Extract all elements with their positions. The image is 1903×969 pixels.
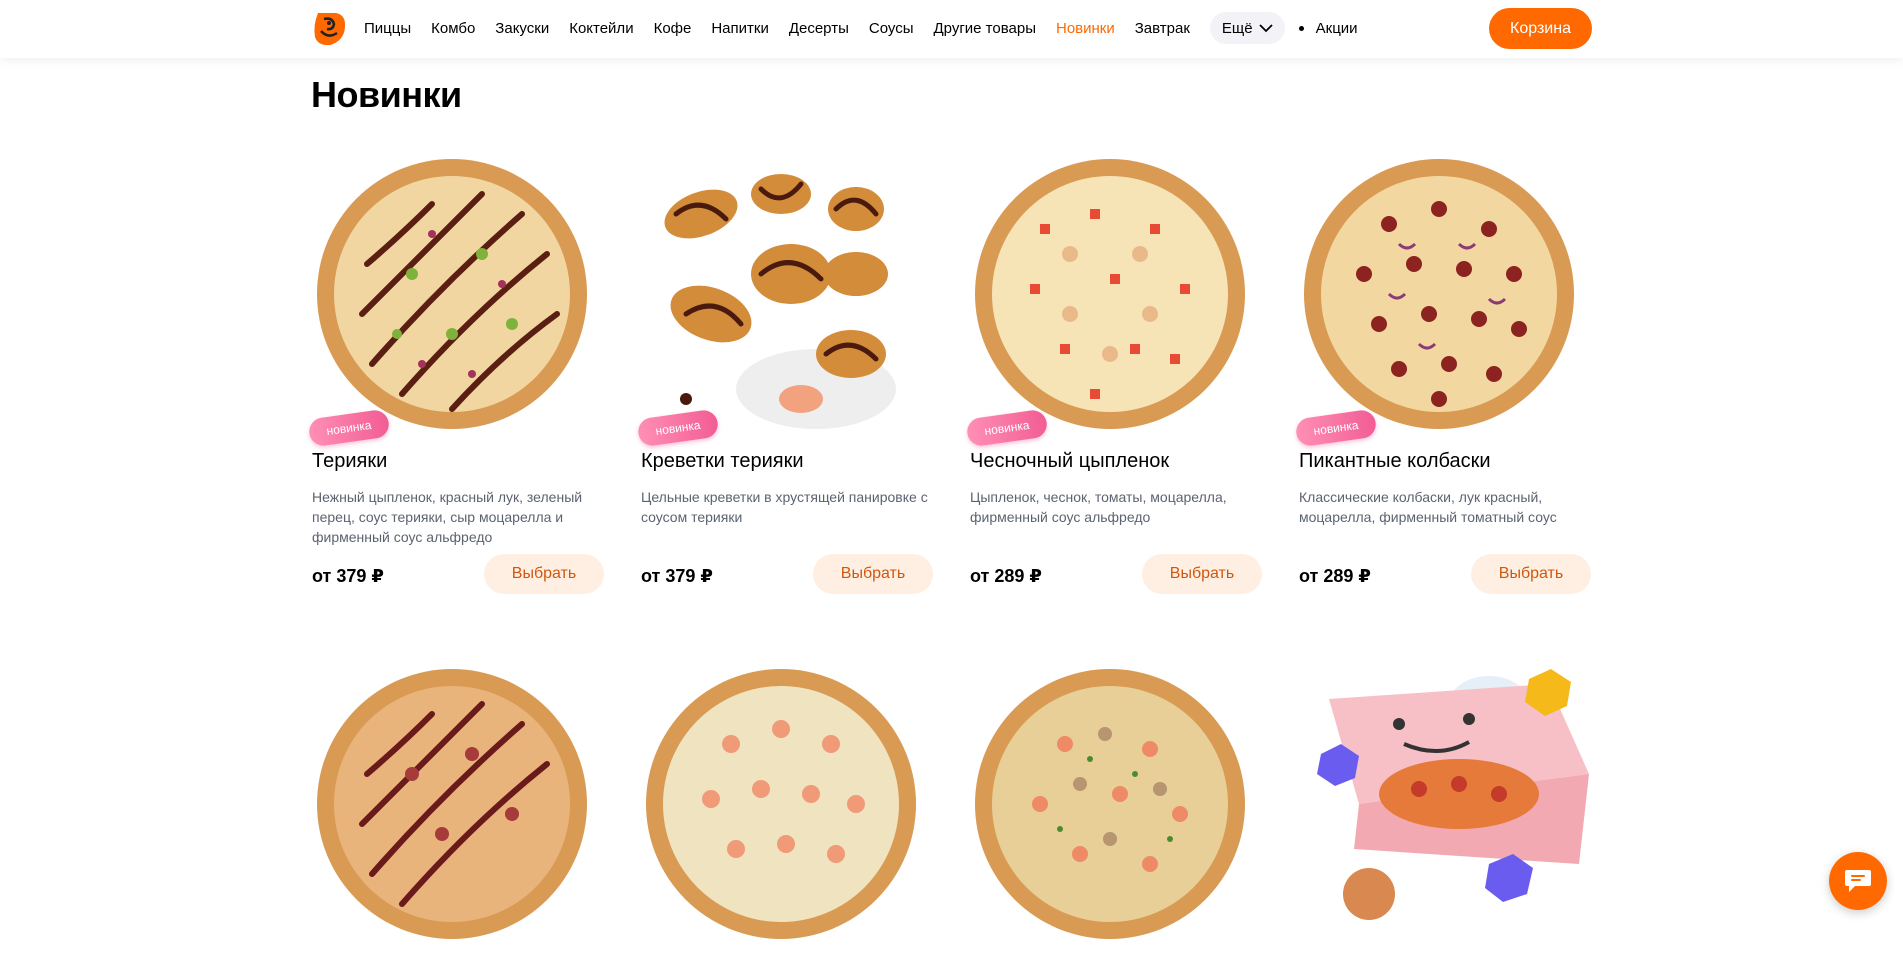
product-description: Цыпленок, чеснок, томаты, моцарелла, фир… bbox=[970, 489, 1227, 525]
nav-item-coffee[interactable]: Кофе bbox=[654, 20, 692, 37]
garlic-chicken-pizza-image bbox=[975, 159, 1245, 429]
product-name: Пикантные колбаски bbox=[1299, 450, 1491, 472]
product-description: Классические колбаски, лук красный, моца… bbox=[1299, 489, 1557, 525]
product-description: Цельные креветки в хрустящей панировке с… bbox=[641, 489, 928, 525]
select-button[interactable]: Выбрать bbox=[1142, 554, 1262, 594]
site-header: Пиццы Комбо Закуски Коктейли Кофе Напитк… bbox=[0, 0, 1903, 58]
nav-item-desserts[interactable]: Десерты bbox=[789, 20, 849, 37]
select-button[interactable]: Выбрать bbox=[1471, 554, 1591, 594]
nav-item-promotions[interactable]: Акции bbox=[1316, 20, 1358, 37]
teriyaki-shrimp-image bbox=[664, 174, 896, 429]
product-name: Чесночный цыпленок bbox=[970, 450, 1170, 472]
chat-support-button[interactable] bbox=[1829, 852, 1887, 910]
shrimp-mushroom-pizza-image bbox=[975, 669, 1245, 939]
shrimp-cheese-pizza-image bbox=[646, 669, 916, 939]
nav-item-cocktails[interactable]: Коктейли bbox=[569, 20, 633, 37]
dodo-logo-icon[interactable] bbox=[312, 11, 347, 47]
product-price: от 289 ₽ bbox=[970, 566, 1042, 586]
nav-item-sauces[interactable]: Соусы bbox=[869, 20, 914, 37]
page-title: Новинки bbox=[311, 74, 462, 115]
nav-item-snacks[interactable]: Закуски bbox=[495, 20, 549, 37]
product-card[interactable]: новинка Креветки терияки Цельные креветк… bbox=[636, 154, 933, 624]
nav-item-combo[interactable]: Комбо bbox=[431, 20, 475, 37]
nav-item-pizza[interactable]: Пиццы bbox=[364, 20, 411, 37]
bbq-sausage-pizza-image bbox=[317, 669, 587, 939]
product-price: от 289 ₽ bbox=[1299, 566, 1371, 586]
more-dropdown-button[interactable]: Ещё bbox=[1209, 12, 1285, 44]
product-card[interactable]: новинка Терияки Нежный цыпленок, красный… bbox=[307, 154, 604, 624]
product-card[interactable]: новинка Чесночный цыпленок Цыпленок, чес… bbox=[965, 154, 1262, 624]
nav-item-drinks[interactable]: Напитки bbox=[711, 20, 769, 37]
cart-button[interactable]: Корзина bbox=[1489, 8, 1592, 49]
product-name: Креветки терияки bbox=[641, 450, 804, 472]
chat-icon bbox=[1845, 870, 1871, 892]
product-card[interactable]: новинка Пикантные колбаски Классические … bbox=[1294, 154, 1591, 624]
product-card[interactable] bbox=[1299, 664, 1591, 964]
nav-item-other-goods[interactable]: Другие товары bbox=[933, 20, 1036, 37]
nav-item-new[interactable]: Новинки bbox=[1056, 20, 1115, 37]
product-card[interactable] bbox=[312, 664, 604, 964]
teriyaki-pizza-image bbox=[317, 159, 587, 429]
main-nav: Пиццы Комбо Закуски Коктейли Кофе Напитк… bbox=[364, 12, 1378, 44]
spicy-sausage-pizza-image bbox=[1304, 159, 1574, 429]
separator-dot bbox=[1298, 25, 1304, 31]
product-card[interactable] bbox=[970, 664, 1262, 964]
cart-label: Корзина bbox=[1510, 19, 1571, 37]
product-description: Нежный цыпленок, красный лук, зеленый пе… bbox=[312, 489, 583, 545]
select-button[interactable]: Выбрать bbox=[813, 554, 933, 594]
chevron-down-icon bbox=[1258, 24, 1273, 33]
product-price: от 379 ₽ bbox=[641, 566, 713, 586]
nav-item-breakfast[interactable]: Завтрак bbox=[1135, 20, 1190, 37]
product-name: Терияки bbox=[312, 450, 388, 472]
select-button[interactable]: Выбрать bbox=[484, 554, 604, 594]
product-card[interactable] bbox=[641, 664, 933, 964]
pizza-box-toy-image bbox=[1317, 669, 1589, 920]
more-label: Ещё bbox=[1221, 19, 1253, 37]
product-price: от 379 ₽ bbox=[312, 566, 384, 586]
